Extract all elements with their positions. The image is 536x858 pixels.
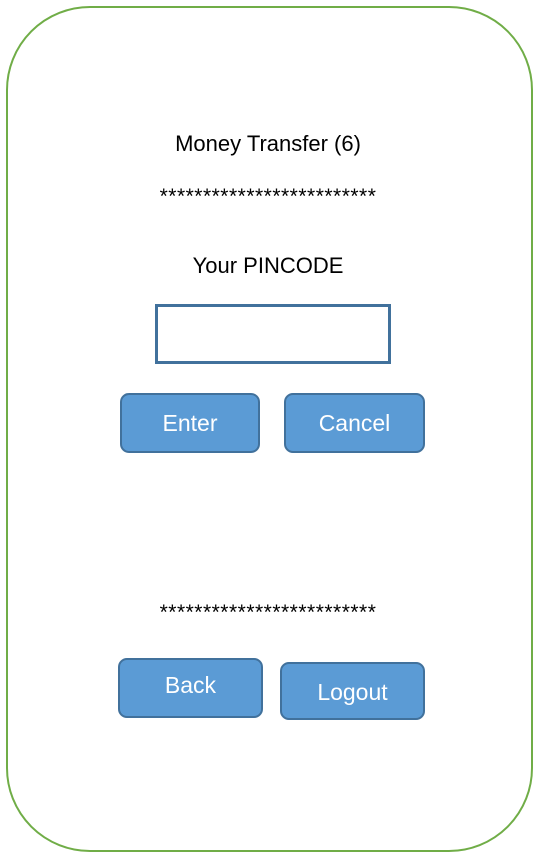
separator-top: ************************* [159, 185, 377, 208]
enter-button[interactable]: Enter [120, 393, 260, 453]
pincode-input[interactable] [155, 304, 391, 364]
separator-bottom: ************************* [159, 601, 377, 624]
logout-button[interactable]: Logout [280, 662, 425, 720]
cancel-button[interactable]: Cancel [284, 393, 425, 453]
back-button[interactable]: Back [118, 658, 263, 718]
screen-title: Money Transfer (6) [175, 131, 361, 156]
pincode-label: Your PINCODE [192, 253, 344, 278]
